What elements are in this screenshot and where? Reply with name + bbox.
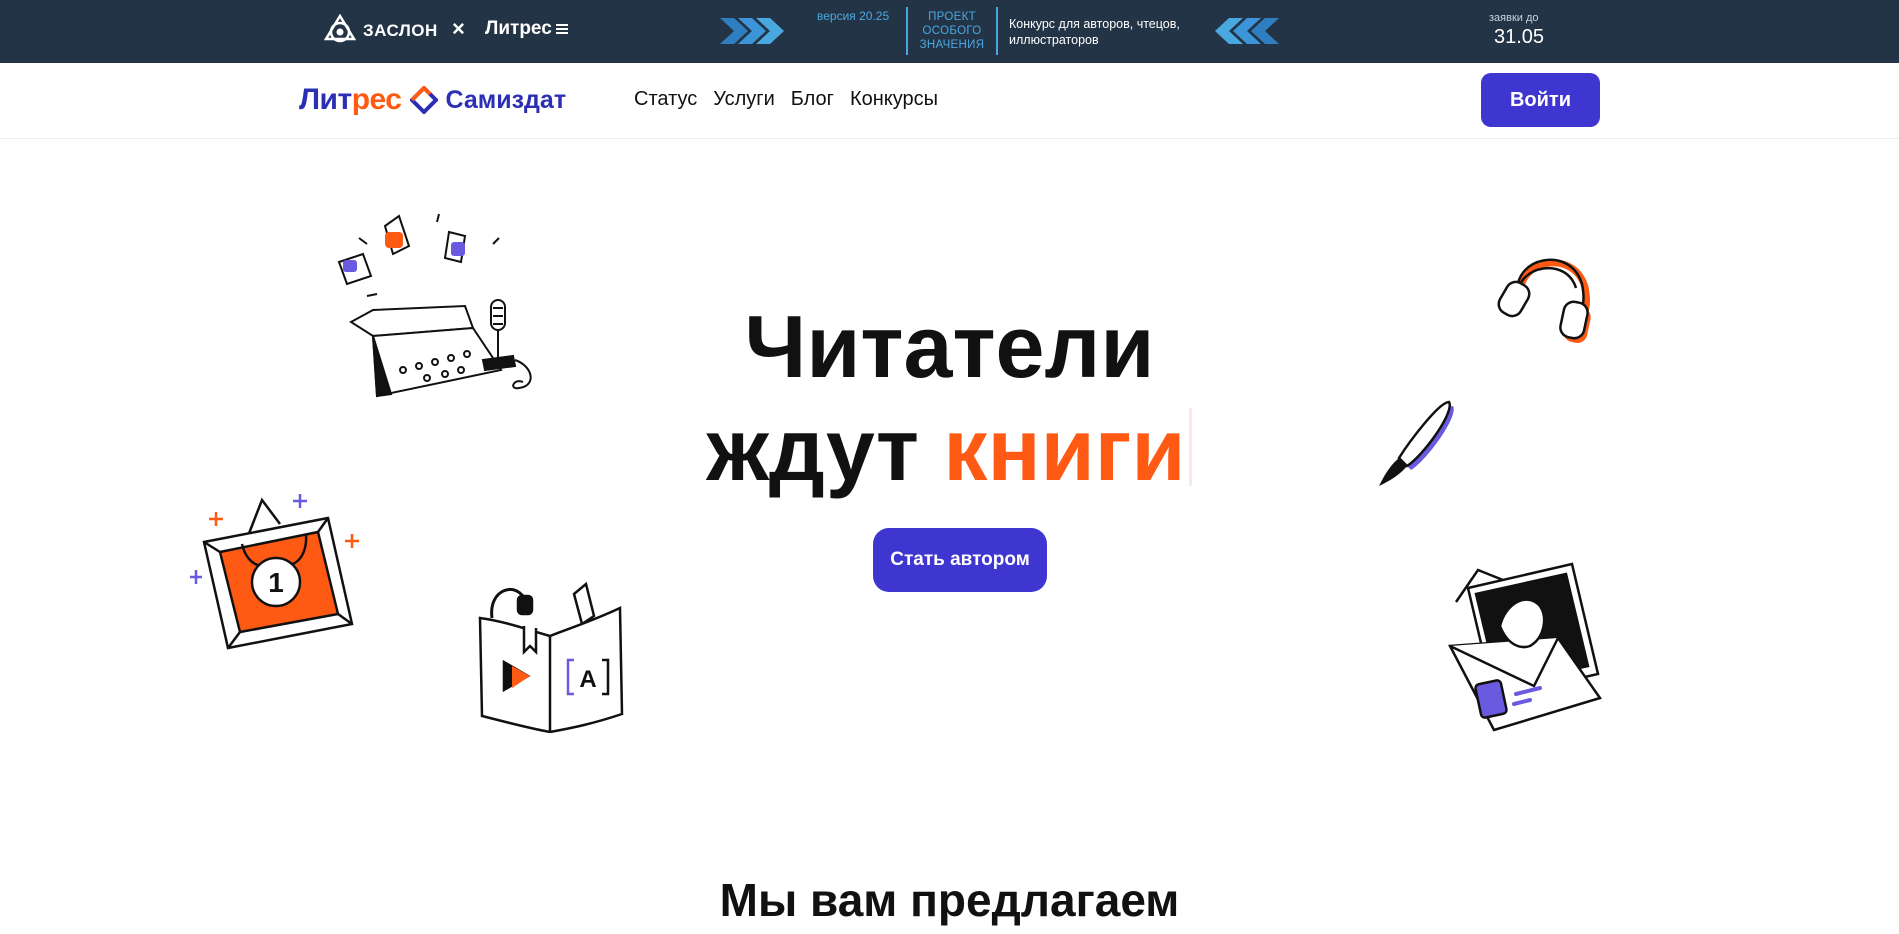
logo-samizdat: Самиздат: [445, 85, 567, 114]
contest-text: Конкурс для авторов, чтецов, иллюстратор…: [1009, 17, 1180, 47]
litres-samizdat-logo[interactable]: Литрес Самиздат: [299, 83, 566, 117]
svg-text:1: 1: [268, 567, 284, 598]
logo-litres-part2: рес: [351, 83, 402, 116]
audiobook-icon: A: [478, 581, 624, 733]
become-author-button[interactable]: Стать автором: [873, 528, 1047, 592]
special-line-2: ОСОБОГО: [922, 25, 982, 37]
promo-banner[interactable]: ЗАСЛОН × Литрес версия 20.25 ПРОЕКТ ОСОБ…: [0, 0, 1899, 63]
diamond-logo-icon: [409, 86, 438, 114]
times-sign: ×: [452, 16, 465, 41]
nav-blog[interactable]: Блог: [791, 88, 834, 111]
deadline-date: 31.05: [1494, 26, 1545, 48]
nav-status[interactable]: Статус: [634, 88, 697, 111]
nav-services[interactable]: Услуги: [713, 88, 775, 111]
site-header: Литрес Самиздат Статус Услуги Блог Конку…: [0, 63, 1899, 139]
deadline-label: заявки до: [1489, 12, 1539, 24]
special-line-1: ПРОЕКТ: [928, 11, 976, 23]
login-button[interactable]: Войти: [1481, 73, 1600, 127]
envelope-photo-icon: [1448, 562, 1603, 732]
main-nav: Статус Услуги Блог Конкурсы: [634, 88, 938, 111]
version-label: версия 20.25: [817, 9, 890, 23]
chevrons-left-icon: [1215, 18, 1279, 44]
litres-mini-logo: Литрес: [485, 18, 568, 40]
nav-contests[interactable]: Конкурсы: [850, 88, 938, 111]
zaslon-emblem-icon: [323, 14, 357, 43]
hero-title: Читатели ждут книги: [0, 295, 1899, 501]
zaslon-name: ЗАСЛОН: [363, 21, 438, 40]
chevrons-right-icon: [720, 18, 784, 44]
special-line-3: ЗНАЧЕНИЯ: [919, 39, 985, 51]
logo-litres-part1: Лит: [299, 83, 352, 116]
zaslon-logo: ЗАСЛОН: [323, 14, 438, 48]
logo-litres: Литрес: [299, 83, 402, 117]
litres-mini-name: Литрес: [485, 18, 552, 39]
special-project-badge: ПРОЕКТ ОСОБОГО ЗНАЧЕНИЯ: [906, 7, 998, 55]
typing-cursor: [1189, 408, 1193, 486]
hero-title-accent: книги: [943, 400, 1186, 499]
offers-section-title: Мы вам предлагаем: [719, 874, 1180, 926]
medal-frame-icon: 1: [190, 494, 359, 650]
menu-lines-icon: [555, 24, 568, 34]
svg-text:A: A: [579, 666, 596, 693]
hero-title-line2-prefix: ждут: [706, 400, 944, 499]
hero-title-line1: Читатели: [744, 297, 1155, 396]
